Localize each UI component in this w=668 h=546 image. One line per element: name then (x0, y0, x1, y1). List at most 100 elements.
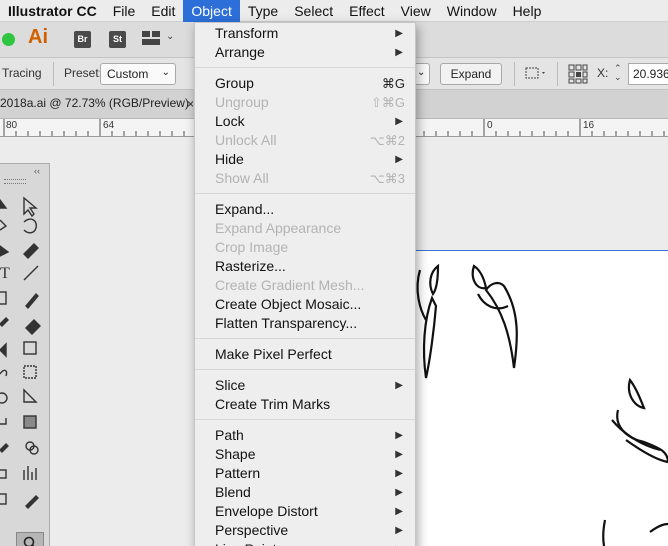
chevron-down-icon[interactable]: ⌄ (166, 31, 174, 42)
menu-item-label: Make Pixel Perfect (215, 346, 332, 362)
menu-select[interactable]: Select (286, 0, 341, 22)
stepper-icon[interactable]: ⌃ ⌄ (614, 64, 622, 82)
scale-tool-icon (23, 341, 37, 355)
line-tool-icon (23, 265, 39, 281)
menu-item-path[interactable]: Path ▶ (195, 426, 415, 445)
rectangle-tool-icon (0, 291, 7, 305)
preset-value: Custom (107, 67, 149, 81)
submenu-arrow-icon: ▶ (395, 449, 403, 460)
menu-item-show-all: Show All ⌥⌘3 (195, 169, 415, 188)
submenu-arrow-icon: ▶ (395, 47, 403, 58)
shape-builder-tool-icon (0, 392, 8, 404)
app-menu[interactable]: Illustrator CC (0, 0, 105, 22)
x-label: X: (597, 66, 609, 80)
menu-file[interactable]: File (105, 0, 144, 22)
warp-tool-icon (0, 369, 8, 377)
illustrator-logo: Ai (28, 26, 48, 48)
pencil-tool-icon (0, 317, 9, 327)
menu-item-pattern[interactable]: Pattern ▶ (195, 464, 415, 483)
menu-item-expand[interactable]: Expand... (195, 200, 415, 219)
menu-item-make-pixel-perfect[interactable]: Make Pixel Perfect (195, 345, 415, 364)
stock-button[interactable]: St (109, 31, 126, 48)
menu-item-label: Unlock All (215, 132, 277, 148)
preset-options-select[interactable]: ⌄ (414, 63, 430, 85)
bridge-button[interactable]: Br (74, 31, 91, 48)
menu-item-label: Show All (215, 170, 269, 186)
menu-item-transform[interactable]: Transform ▶ (195, 24, 415, 43)
menu-shortcut: ⌥⌘3 (369, 171, 405, 186)
menu-effect[interactable]: Effect (341, 0, 393, 22)
menu-item-arrange[interactable]: Arrange ▶ (195, 43, 415, 62)
menu-item-label: Shape (215, 446, 256, 462)
menu-view[interactable]: View (393, 0, 439, 22)
window-zoom-button[interactable] (2, 33, 15, 46)
menu-item-group[interactable]: Group ⌘G (195, 74, 415, 93)
menu-item-label: Live Paint (215, 541, 276, 546)
menu-item-unlock-all: Unlock All ⌥⌘2 (195, 131, 415, 150)
menu-item-label: Flatten Transparency... (215, 315, 358, 331)
x-position-input[interactable]: 20.936 (628, 63, 668, 85)
menu-item-label: Create Gradient Mesh... (215, 277, 365, 293)
menu-separator (195, 188, 415, 200)
rotate-tool-icon (0, 342, 7, 358)
menu-item-label: Expand Appearance (215, 220, 342, 236)
submenu-arrow-icon: ▶ (395, 540, 403, 546)
menu-item-shape[interactable]: Shape ▶ (195, 445, 415, 464)
menubar: Illustrator CC File Edit Object Type Sel… (0, 0, 668, 22)
menu-separator (195, 62, 415, 74)
menu-edit[interactable]: Edit (143, 0, 183, 22)
menu-item-rasterize[interactable]: Rasterize... (195, 257, 415, 276)
menu-object[interactable]: Object (183, 0, 240, 22)
menu-item-hide[interactable]: Hide ▶ (195, 150, 415, 169)
artboard-tool-icon (0, 493, 7, 505)
symbol-sprayer-tool-icon (0, 469, 7, 479)
menu-item-label: Ungroup (215, 94, 269, 110)
menu-item-perspective[interactable]: Perspective ▶ (195, 521, 415, 540)
preset-select[interactable]: Custom ⌄ (100, 63, 176, 85)
menu-item-label: Envelope Distort (215, 503, 318, 519)
menu-item-label: Arrange (215, 44, 265, 60)
menu-item-flatten-transparency[interactable]: Flatten Transparency... (195, 314, 415, 333)
selection-tool-icon (0, 198, 8, 209)
menu-help[interactable]: Help (505, 0, 550, 22)
perspective-grid-tool-icon (23, 388, 38, 403)
ruler-label: 16 (583, 120, 595, 131)
menu-item-create-object-mosaic[interactable]: Create Object Mosaic... (195, 295, 415, 314)
tool-icons: T (0, 196, 41, 509)
ruler-label: 80 (6, 120, 18, 131)
curvature-tool-icon (23, 243, 39, 259)
menu-window[interactable]: Window (439, 0, 505, 22)
menu-item-label: Transform (215, 25, 279, 41)
menu-item-lock[interactable]: Lock ▶ (195, 112, 415, 131)
arrange-documents-icon[interactable] (142, 31, 160, 45)
divider (514, 62, 515, 86)
menu-item-label: Lock (215, 113, 245, 129)
menu-item-blend[interactable]: Blend ▶ (195, 483, 415, 502)
tracing-label: Tracing (2, 66, 42, 80)
panel-grip[interactable] (4, 179, 26, 184)
submenu-arrow-icon: ▶ (395, 430, 403, 441)
ruler-label: 64 (103, 120, 115, 131)
menu-item-create-trim-marks[interactable]: Create Trim Marks (195, 395, 415, 414)
transform-reference-icon[interactable] (568, 64, 588, 84)
artwork[interactable] (400, 250, 668, 546)
zoom-tool-button[interactable] (16, 532, 44, 546)
collapse-panel-icon[interactable]: ‹‹ (34, 166, 40, 176)
menu-item-live-paint[interactable]: Live Paint ▶ (195, 540, 415, 546)
menu-item-slice[interactable]: Slice ▶ (195, 376, 415, 395)
submenu-arrow-icon: ▶ (395, 468, 403, 479)
close-tab-button[interactable]: × (187, 97, 194, 111)
submenu-arrow-icon: ▶ (395, 116, 403, 127)
menu-item-envelope-distort[interactable]: Envelope Distort ▶ (195, 502, 415, 521)
paintbrush-tool-icon (25, 292, 39, 310)
menu-type[interactable]: Type (240, 0, 286, 22)
preset-label: Preset: (64, 66, 103, 80)
free-transform-tool-icon (23, 365, 37, 379)
document-tab[interactable]: 2018a.ai @ 72.73% (RGB/Preview) (0, 90, 189, 119)
expand-button[interactable]: Expand (440, 63, 502, 85)
submenu-arrow-icon: ▶ (395, 525, 403, 536)
menu-item-label: Create Trim Marks (215, 396, 331, 412)
align-icon[interactable] (525, 66, 547, 82)
submenu-arrow-icon: ▶ (395, 28, 403, 39)
menu-item-label: Path (215, 427, 244, 443)
